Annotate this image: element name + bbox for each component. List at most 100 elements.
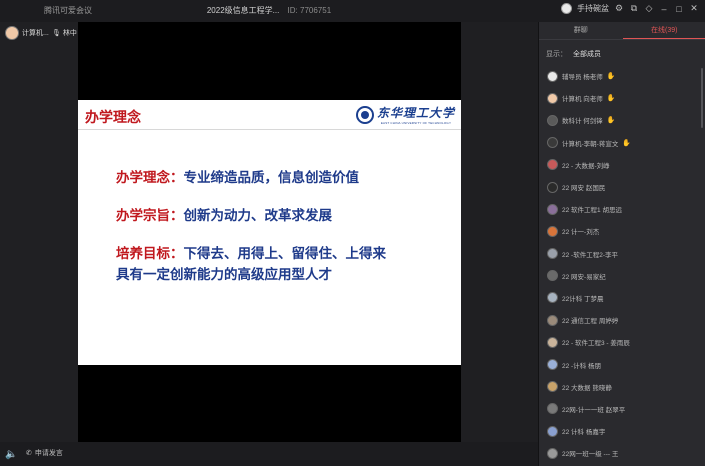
side-panel: 群聊 在线(39) 显示： 全部成员 辅导员 杨老师 ✋ 计算机 向老师 ✋ 数科计 何剑… <box>538 22 705 466</box>
line-text: 下得去、用得上、留得住、上得来 <box>183 246 387 261</box>
member-row[interactable]: 22 计一-刘杰 <box>539 220 705 242</box>
tab-online[interactable]: 在线(39) <box>622 22 705 39</box>
filter-value: 全部成员 <box>573 51 601 58</box>
popout-icon[interactable]: ⧉ <box>629 3 639 14</box>
other-speaker-name: 林中 <box>62 30 77 37</box>
member-row[interactable]: 22 - 软件工程3 - 姜雨辰 <box>539 331 705 353</box>
member-avatar <box>547 225 558 237</box>
member-avatar <box>547 336 558 348</box>
member-row[interactable]: 22网-计一一班 赵翠平 <box>539 398 705 420</box>
filter-label: 显示： <box>546 51 567 58</box>
mic-icon: 🎙 <box>52 30 61 37</box>
member-name: 22网一班一级 --- 王 <box>562 451 619 459</box>
minimize-icon[interactable]: – <box>659 4 669 14</box>
phone-icon: ✆ <box>26 450 32 457</box>
member-row[interactable]: 22 软件工程1 胡思远 <box>539 198 705 220</box>
current-speaker[interactable]: 计算机... <box>5 26 49 40</box>
meeting-title: 2022级信息工程学... <box>206 6 280 15</box>
scrollbar[interactable] <box>701 68 703 128</box>
slide-line-goal: 培养目标：下得去、用得上、留得住、上得来 <box>116 246 436 262</box>
logo-en: EAST CHINA UNIVERSITY OF TECHNOLOGY <box>380 121 452 125</box>
bottom-bar: 🔈 ✆ 申请发言 <box>0 442 538 466</box>
member-name: 计算机 向老师 <box>562 96 603 104</box>
logo-text: 东华理工大学 EAST CHINA UNIVERSITY OF TECHNOLO… <box>377 104 455 125</box>
line-text: 专业缔造品质，信息创造价值 <box>183 170 360 185</box>
request-speak-label: 申请发言 <box>34 450 63 457</box>
raised-hand-icon: ✋ <box>606 73 616 81</box>
user-avatar[interactable] <box>561 3 572 14</box>
title-bar: 腾讯可爱会议 2022级信息工程学... ID: 7706751 手持碗盆 ⚙ … <box>0 0 705 22</box>
member-row[interactable]: 数科计 何剑锋 ✋ <box>539 109 705 131</box>
speaker-volume-icon[interactable]: 🔈 <box>5 449 17 460</box>
member-row[interactable]: 22 网安-易家纪 <box>539 265 705 287</box>
logo-cn: 东华理工大学 <box>376 106 455 120</box>
member-row[interactable]: 22网一班一级 --- 王 <box>539 442 705 464</box>
meeting-id: ID: 7706751 <box>287 6 332 15</box>
speaker-name: 计算机... <box>22 30 49 37</box>
member-avatar <box>547 70 558 82</box>
slide-title: 办学理念 <box>85 109 141 125</box>
member-name: 22 计科 杨嘉宇 <box>562 429 606 437</box>
close-icon[interactable]: ✕ <box>689 3 699 14</box>
meeting-title-area: 2022级信息工程学... ID: 7706751 <box>0 5 538 16</box>
settings-icon[interactable]: ⚙ <box>614 3 624 14</box>
member-name: 22网-计一一班 赵翠平 <box>562 406 626 414</box>
member-row[interactable]: 22 - 大数据-刘峥 <box>539 154 705 176</box>
member-name: 22计科 丁梦晨 <box>562 295 604 303</box>
member-name: 22 - 软件工程3 - 姜雨辰 <box>562 340 630 348</box>
slide-line-philosophy: 办学理念：专业缔造品质，信息创造价值 <box>116 170 359 186</box>
slide-header: 办学理念 东华理工大学 EAST CHINA UNIVERSITY OF TEC… <box>78 100 461 130</box>
panel-tabs: 群聊 在线(39) <box>539 22 705 40</box>
member-row[interactable]: 22 -计科 杨朋 <box>539 353 705 375</box>
member-avatar <box>547 381 558 393</box>
member-row[interactable]: 22 -软件工程2-李平 <box>539 243 705 265</box>
window-controls: 手持碗盆 ⚙ ⧉ ◇ – □ ✕ <box>561 3 699 14</box>
request-speak-button[interactable]: ✆ 申请发言 <box>26 448 63 458</box>
member-avatar <box>547 292 558 304</box>
member-row[interactable]: 22 网安 赵国民 <box>539 176 705 198</box>
member-row[interactable]: 22 通信工程 周婷婷 <box>539 309 705 331</box>
line-label: 培养目标： <box>116 246 184 261</box>
member-name: 22 通信工程 周婷婷 <box>562 318 619 326</box>
meeting-window: 腾讯可爱会议 2022级信息工程学... ID: 7706751 手持碗盆 ⚙ … <box>0 0 705 466</box>
member-name: 22 - 大数据-刘峥 <box>562 162 610 170</box>
raised-hand-icon: ✋ <box>606 117 616 125</box>
left-strip <box>0 22 78 442</box>
member-avatar <box>547 270 558 282</box>
member-row[interactable]: 辅导员 杨老师 ✋ <box>539 65 705 87</box>
slide: 办学理念 东华理工大学 EAST CHINA UNIVERSITY OF TEC… <box>78 100 461 365</box>
member-row[interactable]: 22 大数据 熊晓静 <box>539 376 705 398</box>
member-avatar <box>547 359 558 371</box>
member-row[interactable]: 计算机 向老师 ✋ <box>539 87 705 109</box>
member-avatar <box>547 425 558 437</box>
member-avatar <box>547 114 558 126</box>
seal-icon <box>355 105 374 124</box>
member-avatar <box>547 248 558 260</box>
member-name: 22 网安-易家纪 <box>562 273 606 281</box>
member-filter[interactable]: 显示： 全部成员 <box>546 49 601 59</box>
member-row[interactable]: 22计科 丁梦晨 <box>539 287 705 309</box>
member-name: 辅导员 杨老师 <box>562 74 603 82</box>
line-label: 办学宗旨： <box>116 208 184 223</box>
member-avatar <box>547 447 558 459</box>
member-name: 22 -计科 杨朋 <box>562 362 602 370</box>
raised-hand-icon: ✋ <box>622 139 632 147</box>
tab-chat[interactable]: 群聊 <box>539 22 623 39</box>
member-avatar <box>547 92 558 104</box>
line-text: 具有一定创新能力的高级应用型人才 <box>116 267 332 282</box>
other-speaker[interactable]: 🎙 林中 <box>52 28 77 38</box>
member-avatar <box>547 181 558 193</box>
member-name: 22 软件工程1 胡思远 <box>562 207 622 215</box>
member-name: 22 网安 赵国民 <box>562 185 606 193</box>
maximize-icon[interactable]: □ <box>674 4 684 14</box>
member-avatar <box>547 314 558 326</box>
pin-icon[interactable]: ◇ <box>644 3 654 14</box>
member-list: 辅导员 杨老师 ✋ 计算机 向老师 ✋ 数科计 何剑锋 ✋ 计算机-李朝-蒋宣文 ✋ 22 - … <box>539 65 705 464</box>
member-name: 22 大数据 熊晓静 <box>562 384 612 392</box>
member-name: 数科计 何剑锋 <box>562 118 603 126</box>
member-row[interactable]: 22 计科 杨嘉宇 <box>539 420 705 442</box>
slide-line-goal-cont: 具有一定创新能力的高级应用型人才 <box>116 267 332 283</box>
member-avatar <box>547 403 558 415</box>
shared-screen: 办学理念 东华理工大学 EAST CHINA UNIVERSITY OF TEC… <box>78 22 461 442</box>
member-row[interactable]: 计算机-李朝-蒋宣文 ✋ <box>539 132 705 154</box>
